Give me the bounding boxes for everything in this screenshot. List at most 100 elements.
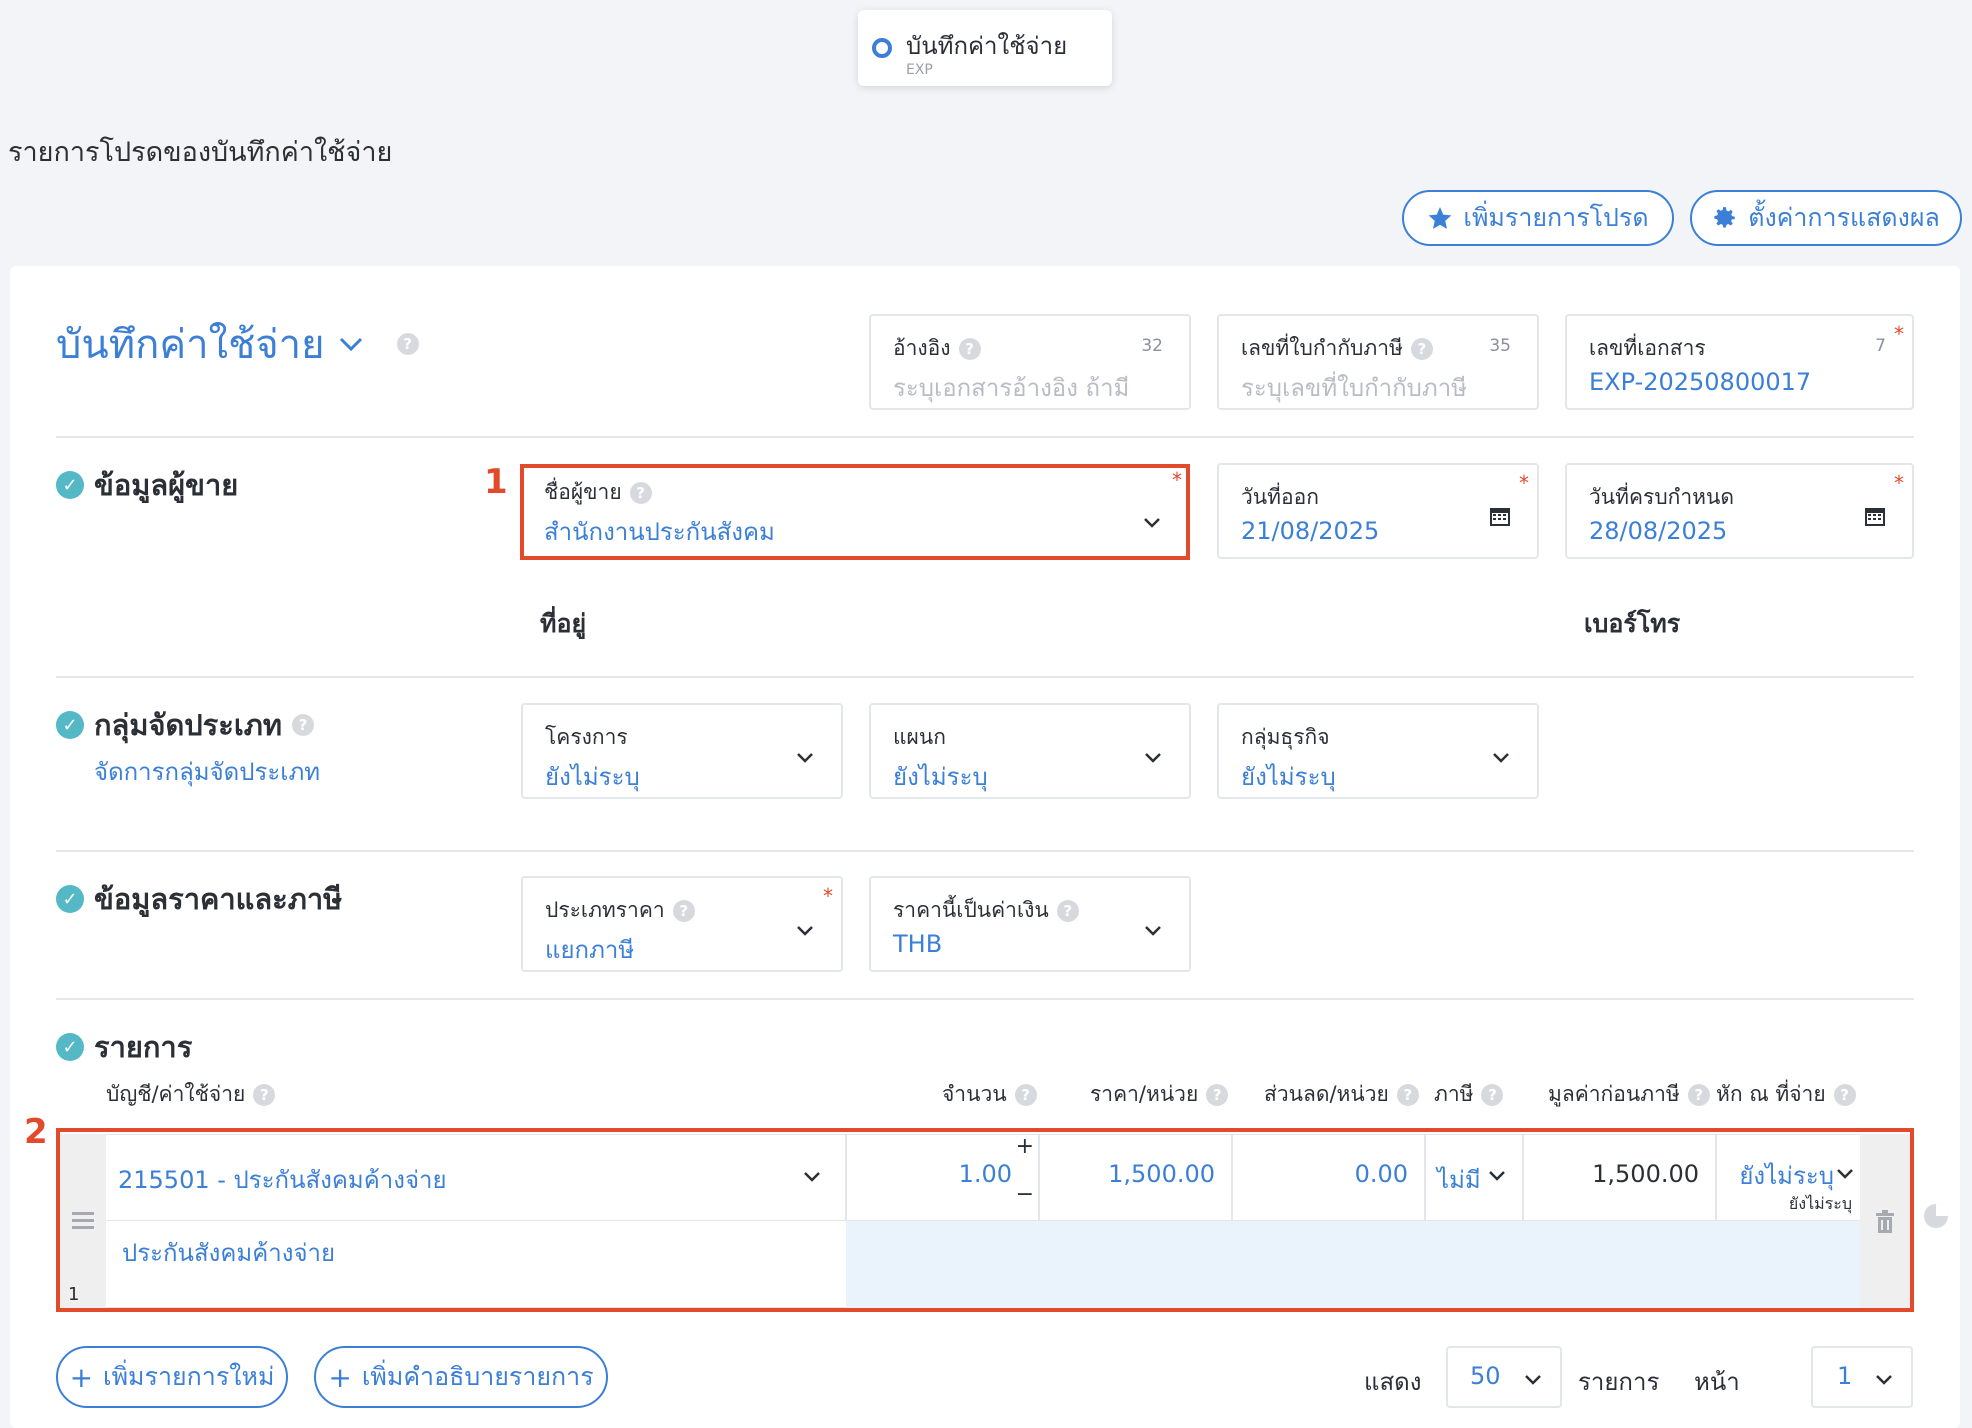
manage-classification-link[interactable]: จัดการกลุ่มจัดประเภท xyxy=(94,752,320,791)
per-page-select[interactable]: 50 xyxy=(1446,1346,1562,1408)
add-favorite-button[interactable]: เพิ่มรายการโปรด xyxy=(1402,190,1674,246)
star-icon xyxy=(1429,207,1452,229)
help-icon[interactable]: ? xyxy=(1206,1083,1229,1106)
tax-invoice-number-placeholder: ระบุเลขที่ใบกำกับภาษี xyxy=(1241,374,1467,402)
business-group-select[interactable]: กลุ่มธุรกิจ ยังไม่ระบุ xyxy=(1217,703,1539,799)
document-number-label: เลขที่เอกสาร xyxy=(1589,336,1706,360)
chevron-down-icon xyxy=(797,753,813,763)
required-marker: * xyxy=(823,884,833,908)
column-header-withholding: หัก ณ ที่จ่าย? xyxy=(1716,1078,1856,1111)
department-select[interactable]: แผนก ยังไม่ระบุ xyxy=(869,703,1191,799)
check-circle-icon: ✓ xyxy=(56,711,84,739)
help-icon[interactable]: ? xyxy=(1481,1083,1504,1106)
help-icon[interactable]: ? xyxy=(958,337,981,360)
document-number-field[interactable]: เลขที่เอกสาร 7 * EXP-20250800017 xyxy=(1565,314,1914,410)
price-type-value: แยกภาษี xyxy=(545,936,635,964)
page-select[interactable]: 1 xyxy=(1811,1346,1913,1408)
document-number-value: EXP-20250800017 xyxy=(1589,368,1812,396)
column-header-qty-label: จำนวน xyxy=(942,1082,1007,1106)
plus-icon: + xyxy=(328,1360,352,1394)
page-label: หน้า xyxy=(1694,1368,1740,1396)
display-settings-button[interactable]: ตั้งค่าการแสดงผล xyxy=(1690,190,1962,246)
add-description-button[interactable]: + เพิ่มคำอธิบายรายการ xyxy=(314,1346,608,1408)
issue-date-field[interactable]: วันที่ออก * 21/08/2025 xyxy=(1217,463,1539,559)
help-icon[interactable]: ? xyxy=(253,1083,276,1106)
annotation-marker-1: 1 xyxy=(484,462,508,502)
help-icon[interactable]: ? xyxy=(672,899,695,922)
help-icon[interactable]: ? xyxy=(1410,337,1433,360)
chevron-down-icon xyxy=(339,337,362,352)
help-icon[interactable]: ? xyxy=(1014,1083,1037,1106)
column-header-discount: ส่วนลด/หน่วย? xyxy=(1264,1078,1419,1111)
project-value: ยังไม่ระบุ xyxy=(545,763,640,791)
currency-select[interactable]: ราคานี้เป็นค่าเงิน? THB xyxy=(869,876,1191,972)
document-type-title: บันทึกค่าใช้จ่าย xyxy=(906,32,1068,60)
add-item-button[interactable]: + เพิ่มรายการใหม่ xyxy=(56,1346,288,1408)
address-label: ที่อยู่ xyxy=(540,609,587,638)
check-circle-icon: ✓ xyxy=(56,1033,84,1061)
document-type-code: EXP xyxy=(906,62,933,78)
currency-label: ราคานี้เป็นค่าเงิน xyxy=(893,898,1049,922)
project-label: โครงการ xyxy=(545,725,628,749)
pricing-section-title: ✓ ข้อมูลราคาและภาษี xyxy=(56,876,342,922)
document-title-dropdown[interactable]: บันทึกค่าใช้จ่าย ? xyxy=(56,312,419,376)
chevron-down-icon xyxy=(1876,1375,1892,1385)
reference-placeholder: ระบุเอกสารอ้างอิง ถ้ามี xyxy=(893,374,1130,402)
items-section-label: รายการ xyxy=(94,1030,193,1064)
help-icon[interactable]: ? xyxy=(291,714,314,736)
tax-invoice-number-field[interactable]: เลขที่ใบกำกับภาษี? 35 ระบุเลขที่ใบกำกับภ… xyxy=(1217,314,1539,410)
classification-section-label: กลุ่มจัดประเภท xyxy=(94,708,282,742)
divider xyxy=(56,850,1914,852)
highlight-box-vendor xyxy=(520,464,1190,560)
items-label: รายการ xyxy=(1578,1368,1660,1396)
calendar-icon[interactable] xyxy=(1489,505,1511,527)
reference-field[interactable]: อ้างอิง? 32 ระบุเอกสารอ้างอิง ถ้ามี xyxy=(869,314,1191,410)
show-label: แสดง xyxy=(1364,1368,1422,1396)
project-select[interactable]: โครงการ ยังไม่ระบุ xyxy=(521,703,843,799)
department-value: ยังไม่ระบุ xyxy=(893,763,988,791)
pricing-section-label: ข้อมูลราคาและภาษี xyxy=(94,882,343,916)
display-settings-label: ตั้งค่าการแสดงผล xyxy=(1748,203,1940,232)
document-number-counter: 7 xyxy=(1875,336,1886,356)
add-item-label: เพิ่มรายการใหม่ xyxy=(103,1362,275,1391)
department-label: แผนก xyxy=(893,725,946,749)
help-icon[interactable]: ? xyxy=(1833,1083,1856,1106)
column-header-tax-label: ภาษี xyxy=(1434,1082,1474,1106)
per-page-value: 50 xyxy=(1470,1362,1501,1390)
pie-chart-icon[interactable] xyxy=(1922,1202,1950,1230)
help-icon[interactable]: ? xyxy=(1687,1083,1710,1106)
due-date-field[interactable]: วันที่ครบกำหนด * 28/08/2025 xyxy=(1565,463,1914,559)
calendar-icon[interactable] xyxy=(1864,505,1886,527)
chevron-down-icon xyxy=(1145,753,1161,763)
currency-value: THB xyxy=(893,930,943,958)
highlight-box-items xyxy=(56,1128,1914,1312)
help-icon[interactable]: ? xyxy=(1056,899,1079,922)
business-group-value: ยังไม่ระบุ xyxy=(1241,763,1336,791)
vendor-section-label: ข้อมูลผู้ขาย xyxy=(94,468,239,502)
reference-label: อ้างอิง xyxy=(893,336,951,360)
document-title: บันทึกค่าใช้จ่าย xyxy=(56,322,325,368)
reference-counter: 32 xyxy=(1141,336,1163,356)
divider xyxy=(56,436,1914,438)
business-group-label: กลุ่มธุรกิจ xyxy=(1241,725,1330,749)
price-type-select[interactable]: ประเภทราคา? * แยกภาษี xyxy=(521,876,843,972)
help-icon[interactable]: ? xyxy=(1396,1083,1419,1106)
issue-date-label: วันที่ออก xyxy=(1241,485,1319,509)
price-type-label: ประเภทราคา xyxy=(545,898,665,922)
annotation-marker-2: 2 xyxy=(24,1112,48,1152)
chevron-down-icon xyxy=(1525,1375,1541,1385)
chevron-down-icon xyxy=(797,926,813,936)
column-header-withholding-label: หัก ณ ที่จ่าย xyxy=(1716,1082,1826,1106)
due-date-value: 28/08/2025 xyxy=(1589,517,1728,545)
column-header-qty: จำนวน? xyxy=(942,1078,1037,1111)
add-favorite-label: เพิ่มรายการโปรด xyxy=(1463,203,1649,232)
favorites-title: รายการโปรดของบันทึกค่าใช้จ่าย xyxy=(8,137,393,168)
column-header-account-label: บัญชี/ค่าใช้จ่าย xyxy=(106,1082,246,1106)
help-icon[interactable]: ? xyxy=(396,333,419,355)
document-type-tab[interactable]: บันทึกค่าใช้จ่าย EXP xyxy=(858,10,1112,86)
column-header-account: บัญชี/ค่าใช้จ่าย? xyxy=(106,1078,276,1111)
required-marker: * xyxy=(1519,471,1529,495)
required-marker: * xyxy=(1894,471,1904,495)
column-header-unit-price: ราคา/หน่วย? xyxy=(1090,1078,1229,1111)
column-header-pretax: มูลค่าก่อนภาษี? xyxy=(1548,1078,1710,1111)
